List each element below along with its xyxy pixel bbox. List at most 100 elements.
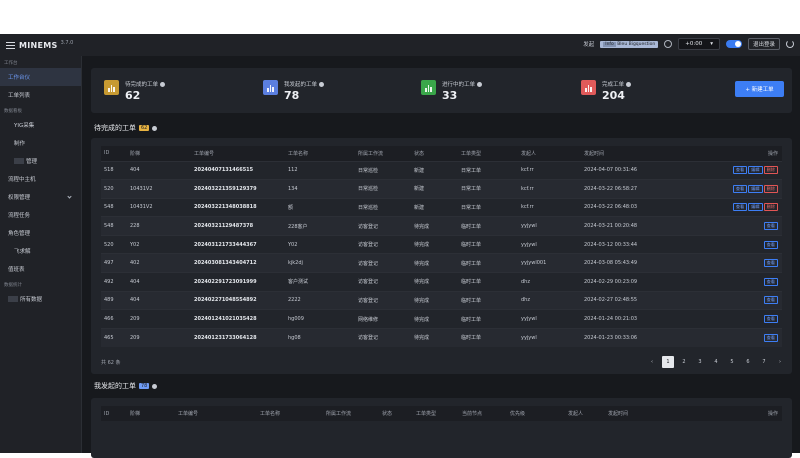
table-row[interactable]: 520 Y02 20240312173344436​7 Y02 访客登记 待完成 临时工单 y… <box>101 234 782 254</box>
cell-id: 520 <box>101 234 127 254</box>
cell-no: 20240312173344436​7 <box>191 234 285 254</box>
cell-by: yyjywl <box>518 216 581 236</box>
page-button[interactable]: 2 <box>678 356 690 368</box>
cell-step: 209 <box>127 327 191 347</box>
cell-id: 548 <box>101 197 127 217</box>
sidebar-item[interactable]: 所有数据 <box>0 290 81 308</box>
row-actions: 查看 <box>701 216 782 236</box>
view-button[interactable]: 查看 <box>732 184 748 193</box>
total-count: 共 62 条 <box>101 360 121 366</box>
theme-toggle[interactable] <box>725 40 742 48</box>
view-button[interactable]: 查看 <box>732 166 748 175</box>
column-header: 所属工作流 <box>323 406 379 421</box>
column-header: 优先级 <box>507 406 565 421</box>
view-button[interactable]: 查看 <box>763 222 778 231</box>
stat-card[interactable]: 完成工单 204 <box>581 80 632 102</box>
table-row[interactable]: 548 10431V2 20240322134803881​8 额日常巡检 新建 日常工单… <box>101 197 782 217</box>
cell-no: 20240229172309199​9 <box>191 272 285 292</box>
cell-type: 临时工单 <box>458 290 518 310</box>
table-row[interactable]: 548 228 20240321129487378 228客户 访客登记 待完成 临时工单 y… <box>101 216 782 236</box>
page-button[interactable]: 1 <box>662 356 674 368</box>
view-button[interactable]: 查看 <box>763 240 778 249</box>
prev-page-icon[interactable]: ‹ <box>646 356 658 368</box>
sidebar-item[interactable]: YIG采集 <box>0 116 81 134</box>
cell-by: yyjywl <box>518 234 581 254</box>
page-button[interactable]: 5 <box>726 356 738 368</box>
table-row[interactable]: 497 402 20240308134340471​2 kjk2dj 访客登记 待完成 临时… <box>101 253 782 273</box>
power-icon[interactable] <box>786 40 794 48</box>
table-row[interactable]: 520 10431V2 20240322135912937​9 134 日常巡检 新建 日常… <box>101 179 782 199</box>
edit-button[interactable]: 编辑 <box>748 184 763 193</box>
table-row[interactable]: 518 404 20240407131466515 112 日常巡检 新建 日常工单 kcf.… <box>101 160 782 180</box>
sidebar-item[interactable]: 工单列表 <box>0 86 81 104</box>
page-button[interactable]: 4 <box>710 356 722 368</box>
sidebar-item[interactable]: 流程中主机 <box>0 170 81 188</box>
cell-no: 20240322135912937​9 <box>191 179 285 199</box>
column-header: 阶梯 <box>127 146 191 161</box>
cell-type: 临时工单 <box>458 234 518 254</box>
page-button[interactable]: 6 <box>742 356 754 368</box>
globe-icon[interactable] <box>664 40 673 48</box>
cell-time: 2024-03-08 05:43:49 <box>581 253 701 273</box>
view-button[interactable]: 查看 <box>763 315 778 324</box>
cell-status: 新建 <box>411 179 458 199</box>
cell-name: 客户测试 <box>285 272 355 292</box>
column-header: ID <box>101 406 127 421</box>
sidebar-group-label: 工作台 <box>4 61 18 66</box>
stat-label: 待完成的工单 <box>125 80 166 88</box>
row-actions: 查看 <box>701 234 782 254</box>
sidebar-item[interactable]: 角色管理 <box>0 224 81 242</box>
table-row[interactable]: 489 404 20240227104855489​2 2222 访客登记 待完成 临时工单… <box>101 290 782 310</box>
timezone-select[interactable]: +0:00 ▾ <box>678 38 720 50</box>
sidebar-item[interactable]: 权限管理 <box>0 188 81 206</box>
delete-button[interactable]: 删除 <box>763 166 778 175</box>
pending-count-badge: 62 <box>139 125 150 131</box>
sidebar-item[interactable]: 管理 <box>0 152 81 170</box>
view-button[interactable]: 查看 <box>763 333 778 342</box>
page-button[interactable]: 7 <box>758 356 770 368</box>
stat-value: 78 <box>284 89 300 102</box>
column-header: 当前节点 <box>459 406 507 421</box>
sidebar-item[interactable]: 飞求解 <box>0 242 81 260</box>
sidebar-item[interactable]: 制作 <box>0 134 81 152</box>
view-button[interactable]: 查看 <box>763 259 778 268</box>
stat-card[interactable]: 我发起的工单 78 <box>263 80 325 102</box>
cell-type: 日常工单 <box>458 179 518 199</box>
cell-status: 待完成 <box>411 272 458 292</box>
table-row[interactable]: 465 209 20240123173306412​8 hg08 访客登记 待完成 临时工单… <box>101 327 782 347</box>
next-page-icon[interactable]: › <box>774 356 786 368</box>
sidebar-item[interactable]: 值班表 <box>0 260 81 278</box>
info-icon <box>319 81 325 87</box>
page-button[interactable]: 3 <box>694 356 706 368</box>
new-order-button[interactable]: + 新建工单 <box>735 81 784 97</box>
cell-type: 临时工单 <box>458 327 518 347</box>
redacted-block <box>14 158 24 164</box>
sidebar-item[interactable]: 工作台仪 <box>0 68 81 86</box>
table-row[interactable]: 492 404 20240229172309199​9 客户测试 访客登记 待完成 临时工单… <box>101 272 782 292</box>
delete-button[interactable]: 删除 <box>763 184 778 193</box>
view-button[interactable]: 查看 <box>763 296 778 305</box>
pending-section-title: 待完成的工单 62 <box>94 123 158 133</box>
user-badge[interactable]: Info Bleu Bigquestion <box>600 40 659 48</box>
chevron-down-icon[interactable] <box>67 194 72 199</box>
cell-by: kcf.rr <box>518 179 581 199</box>
edit-button[interactable]: 编辑 <box>748 203 763 212</box>
stat-label: 进行中的工单 <box>442 80 483 88</box>
sidebar-item[interactable]: 流程任务 <box>0 206 81 224</box>
stat-card[interactable]: 待完成的工单 62 <box>104 80 166 102</box>
cell-by: kcf.rr <box>518 197 581 217</box>
cell-status: 待完成 <box>411 309 458 329</box>
column-header: 所属工作流 <box>355 146 411 161</box>
menu-toggle-icon[interactable] <box>6 41 15 49</box>
view-button[interactable]: 查看 <box>763 277 778 286</box>
delete-button[interactable]: 删除 <box>763 203 778 212</box>
sidebar-item-label: 值班表 <box>8 267 25 273</box>
table-row[interactable]: 466 209 20240124102103542​8 hg009 网络维修 待完成 临时工… <box>101 309 782 329</box>
column-header: 状态 <box>411 146 458 161</box>
cell-no: 20240308134340471​2 <box>191 253 285 273</box>
logout-button[interactable]: 退出登录 <box>747 38 780 50</box>
view-button[interactable]: 查看 <box>732 203 748 212</box>
stat-card[interactable]: 进行中的工单 33 <box>421 80 483 102</box>
edit-button[interactable]: 编辑 <box>748 166 763 175</box>
cell-no: 20240321129487378 <box>191 216 285 236</box>
